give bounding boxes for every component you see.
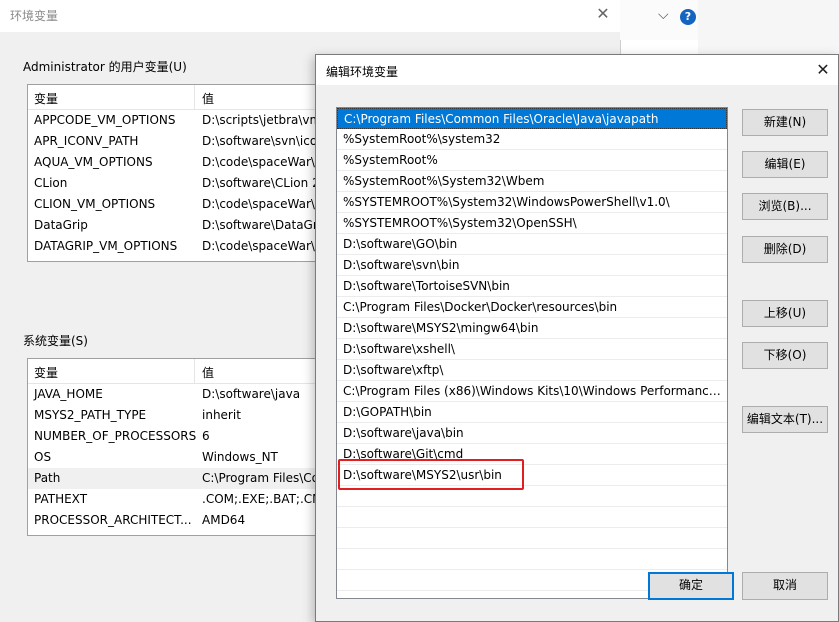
table-row[interactable]: APPCODE_VM_OPTIONS D:\scripts\jetbra\vm [28, 110, 328, 131]
var-value: D:\code\spaceWar\ [202, 155, 315, 169]
browse-button[interactable]: 浏览(B)... [742, 193, 828, 220]
path-item-selected[interactable]: C:\Program Files\Common Files\Oracle\Jav… [337, 108, 727, 129]
move-down-button[interactable]: 下移(O) [742, 342, 828, 369]
table-row[interactable]: MSYS2_PATH_TYPE inherit [28, 405, 328, 426]
env-vars-titlebar: 环境变量 ✕ [0, 0, 620, 32]
path-item[interactable]: %SYSTEMROOT%\System32\OpenSSH\ [337, 213, 727, 234]
system-vars-header: 变量 值 [28, 359, 328, 384]
table-row[interactable]: CLION_VM_OPTIONS D:\code\spaceWar\ [28, 194, 328, 215]
var-value: C:\Program Files\Co [202, 471, 320, 485]
path-item[interactable]: C:\Program Files (x86)\Windows Kits\10\W… [337, 381, 727, 402]
var-name: Path [34, 471, 61, 485]
path-item[interactable]: D:\software\xftp\ [337, 360, 727, 381]
path-item-empty[interactable] [337, 549, 727, 570]
table-row[interactable]: DataGrip D:\software\DataGri [28, 215, 328, 236]
edit-button[interactable]: 编辑(E) [742, 151, 828, 178]
user-vars-list[interactable]: 变量 值 APPCODE_VM_OPTIONS D:\scripts\jetbra… [27, 84, 329, 262]
path-item[interactable]: %SystemRoot%\System32\Wbem [337, 171, 727, 192]
table-row[interactable]: JAVA_HOME D:\software\java [28, 384, 328, 405]
var-value: D:\code\spaceWar\ [202, 239, 315, 253]
ok-button[interactable]: 确定 [648, 572, 734, 600]
var-value: AMD64 [202, 513, 246, 527]
var-value: D:\scripts\jetbra\vm [202, 113, 322, 127]
path-item[interactable]: %SystemRoot% [337, 150, 727, 171]
column-header-name[interactable]: 变量 [34, 364, 58, 381]
system-vars-list[interactable]: 变量 值 JAVA_HOME D:\software\java MSYS2_PAT… [27, 358, 329, 536]
path-item[interactable]: D:\software\TortoiseSVN\bin [337, 276, 727, 297]
var-name: DATAGRIP_VM_OPTIONS [34, 239, 178, 253]
table-row[interactable]: AQUA_VM_OPTIONS D:\code\spaceWar\ [28, 152, 328, 173]
column-header-value[interactable]: 值 [202, 90, 214, 107]
table-row[interactable]: APR_ICONV_PATH D:\software\svn\ico [28, 131, 328, 152]
var-value: D:\software\svn\ico [202, 134, 318, 148]
edit-env-var-dialog: 编辑环境变量 ✕ C:\Program Files\Common Files\O… [315, 54, 839, 622]
var-value: .COM;.EXE;.BAT;.CM [202, 492, 323, 506]
path-item-empty[interactable] [337, 528, 727, 549]
column-header-value[interactable]: 值 [202, 364, 214, 381]
var-name: OS [34, 450, 52, 464]
var-value: D:\code\spaceWar\ [202, 197, 315, 211]
user-vars-group-label: Administrator 的用户变量(U) [23, 60, 187, 74]
path-item[interactable]: D:\software\MSYS2\mingw64\bin [337, 318, 727, 339]
close-icon[interactable]: ✕ [812, 59, 834, 81]
move-up-button[interactable]: 上移(U) [742, 300, 828, 327]
new-button[interactable]: 新建(N) [742, 109, 828, 136]
var-name: CLion [34, 176, 68, 190]
var-name: JAVA_HOME [34, 387, 103, 401]
table-row[interactable]: DATAGRIP_VM_OPTIONS D:\code\spaceWar\ [28, 236, 328, 257]
table-row[interactable]: OS Windows_NT [28, 447, 328, 468]
var-value: Windows_NT [202, 450, 278, 464]
dialog-title: 编辑环境变量 [326, 65, 399, 79]
path-item-empty[interactable] [337, 507, 727, 528]
dialog-titlebar: 编辑环境变量 ✕ [316, 55, 838, 85]
var-name: PROCESSOR_ARCHITECT... [34, 513, 192, 527]
help-icon[interactable]: ? [680, 9, 696, 25]
path-item[interactable]: D:\software\svn\bin [337, 255, 727, 276]
user-vars-header: 变量 值 [28, 85, 328, 110]
path-item[interactable]: D:\GOPATH\bin [337, 402, 727, 423]
var-name: DataGrip [34, 218, 88, 232]
path-item[interactable]: D:\software\xshell\ [337, 339, 727, 360]
var-value: D:\software\CLion 2 [202, 176, 320, 190]
path-item[interactable]: C:\Program Files\Docker\Docker\resources… [337, 297, 727, 318]
close-icon[interactable]: ✕ [593, 4, 613, 24]
path-item[interactable]: D:\software\GO\bin [337, 234, 727, 255]
var-value: inherit [202, 408, 241, 422]
table-row-path-selected[interactable]: Path C:\Program Files\Co [28, 468, 328, 489]
delete-button[interactable]: 删除(D) [742, 236, 828, 263]
chevron-down-icon[interactable]: ⌵ [658, 7, 669, 23]
table-row[interactable]: CLion D:\software\CLion 2 [28, 173, 328, 194]
cancel-button[interactable]: 取消 [742, 572, 828, 600]
env-vars-title: 环境变量 [10, 9, 59, 23]
var-value: D:\software\DataGri [202, 218, 322, 232]
system-vars-group-label: 系统变量(S) [23, 334, 88, 348]
var-name: NUMBER_OF_PROCESSORS [34, 429, 197, 443]
background-edge [698, 0, 839, 60]
table-row[interactable]: PROCESSOR_ARCHITECT... AMD64 [28, 510, 328, 531]
var-name: CLION_VM_OPTIONS [34, 197, 156, 211]
var-name: APR_ICONV_PATH [34, 134, 139, 148]
var-value: 6 [202, 429, 210, 443]
var-name: MSYS2_PATH_TYPE [34, 408, 147, 422]
table-row[interactable]: PATHEXT .COM;.EXE;.BAT;.CM [28, 489, 328, 510]
column-header-name[interactable]: 变量 [34, 90, 58, 107]
table-row[interactable]: NUMBER_OF_PROCESSORS 6 [28, 426, 328, 447]
var-name: PATHEXT [34, 492, 88, 506]
var-name: AQUA_VM_OPTIONS [34, 155, 153, 169]
edit-text-button[interactable]: 编辑文本(T)... [742, 406, 828, 433]
var-name: APPCODE_VM_OPTIONS [34, 113, 176, 127]
path-item[interactable]: %SYSTEMROOT%\System32\WindowsPowerShell\… [337, 192, 727, 213]
path-item[interactable]: D:\software\java\bin [337, 423, 727, 444]
path-item[interactable]: %SystemRoot%\system32 [337, 129, 727, 150]
var-value: D:\software\java [202, 387, 301, 401]
path-list[interactable]: C:\Program Files\Common Files\Oracle\Jav… [336, 107, 728, 599]
highlight-annotation [338, 459, 524, 490]
